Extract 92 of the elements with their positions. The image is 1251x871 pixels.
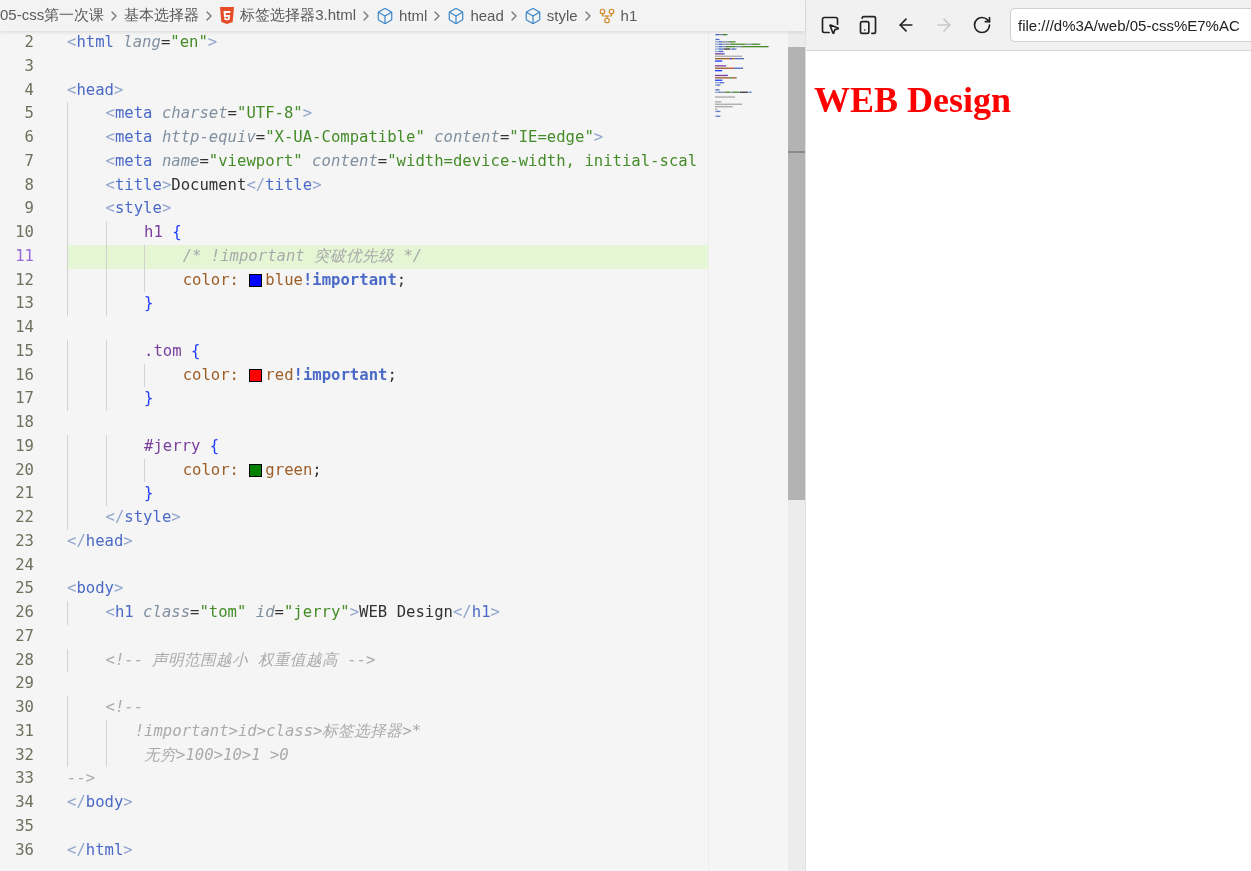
line-number: 2 (23, 32, 34, 53)
line-number: 32 (14, 744, 34, 766)
code-text: #jerry { (144, 435, 220, 457)
code-text: red!important; (265, 364, 397, 386)
line-number: 31 (14, 720, 34, 742)
cube-icon (376, 6, 395, 25)
breadcrumb-item[interactable]: 05-css第一次课 (0, 6, 105, 25)
line-number: 15 (14, 340, 34, 362)
code-text: blue!important; (265, 269, 407, 291)
line-number: 20 (14, 459, 34, 481)
line-number: 28 (14, 649, 34, 671)
line-number: 10 (14, 222, 34, 243)
color-swatch[interactable] (249, 463, 263, 477)
breadcrumb-item[interactable]: 基本选择器 (124, 6, 200, 25)
breadcrumb-item[interactable]: style (523, 6, 578, 25)
line-number: 7 (23, 150, 34, 172)
line-number: 19 (14, 435, 34, 457)
line-number: 11 (14, 245, 34, 267)
breadcrumb-label: style (546, 7, 578, 24)
address-field[interactable]: file:///d%3A/web/05-css%E7%AC (1010, 8, 1251, 42)
line-number: 25 (14, 578, 34, 600)
code-text: <!-- 声明范围越小 权重值越高 --> (105, 649, 376, 671)
line-number: 5 (23, 103, 34, 125)
code-text: color: (182, 459, 240, 481)
code-text: <meta http-equiv="X-UA-Compatible" content="IE=edge"> (105, 127, 604, 148)
breadcrumb-item[interactable]: h1 (597, 6, 638, 25)
line-number: 12 (14, 269, 34, 291)
color-swatch[interactable] (249, 273, 263, 287)
device-icon (858, 15, 878, 35)
line-number: 18 (14, 412, 34, 433)
line-number: 35 (14, 815, 34, 837)
breadcrumb-item[interactable]: 标签选择器3.html (219, 6, 357, 25)
cube-icon (523, 6, 542, 25)
code-text: <head> (67, 79, 124, 101)
breadcrumb-item[interactable]: html (376, 6, 428, 25)
line-number: 24 (14, 554, 34, 576)
line-number: 27 (14, 625, 34, 647)
code-text: </body> (67, 792, 133, 813)
code-text: <meta name="viewport" content="width=device-width, initial-scal (105, 150, 698, 172)
reload-icon (972, 15, 992, 35)
line-number: 16 (14, 364, 34, 386)
code-text: } (144, 483, 154, 505)
code-text: </html> (67, 839, 133, 861)
code-text: <html lang="en"> (67, 32, 218, 53)
code-text: <h1 class="tom" id="jerry">WEB Design</h1> (105, 602, 500, 623)
code-text: <meta charset="UTF-8"> (105, 103, 313, 125)
line-number: 9 (23, 198, 34, 220)
code-text: !important>id>class>标签选择器>* (134, 720, 422, 742)
cube-icon (447, 6, 466, 25)
line-number: 22 (14, 507, 34, 528)
line-number: 3 (23, 55, 34, 77)
line-number: 26 (14, 602, 34, 623)
line-number: 33 (14, 768, 34, 790)
code-text: color: (182, 269, 240, 291)
code-text: <!-- (105, 697, 144, 718)
breadcrumb-label: head (470, 7, 504, 24)
code-text: --> (67, 768, 96, 790)
html5-icon (219, 6, 236, 25)
code-text: h1 { (144, 222, 182, 243)
code-text: } (144, 388, 154, 410)
code-text: <title>Document</title> (105, 174, 322, 196)
code-text: </head> (67, 530, 133, 552)
line-number: 36 (14, 839, 34, 861)
breadcrumb-item[interactable]: head (447, 6, 504, 25)
breadcrumb-label: html (399, 7, 428, 24)
line-number: 8 (23, 174, 34, 196)
code-text: color: (182, 364, 240, 386)
line-number: 23 (14, 530, 34, 552)
line-number: 4 (23, 79, 34, 101)
scroll-thumb[interactable] (788, 47, 805, 500)
line-number: 21 (14, 483, 34, 505)
page-heading: WEB Design (814, 79, 1012, 122)
line-number: 17 (14, 388, 34, 410)
code-text: <body> (67, 578, 124, 600)
line-number: 30 (14, 697, 34, 718)
inspect-icon (820, 15, 840, 35)
code-text: green; (265, 459, 322, 481)
code-text: } (144, 293, 154, 315)
code-text: <style> (105, 198, 172, 220)
line-number: 13 (14, 293, 34, 315)
line-number: 6 (23, 127, 34, 148)
line-number: 34 (14, 792, 34, 813)
code-text: /* !important 突破优先级 */ (182, 245, 423, 267)
code-text: 无穷>100>10>1 >0 (144, 744, 289, 766)
line-number: 14 (14, 317, 34, 338)
breadcrumb-label: 标签选择器3.html (240, 6, 357, 25)
symbol-icon (597, 6, 616, 25)
breadcrumb-label: h1 (620, 7, 638, 24)
code-text: .tom { (144, 340, 201, 362)
code-text: </style> (105, 507, 181, 528)
color-swatch[interactable] (249, 368, 263, 382)
line-number: 29 (14, 673, 34, 695)
